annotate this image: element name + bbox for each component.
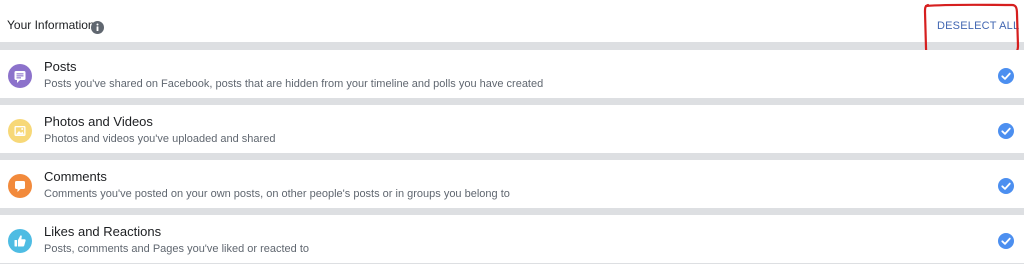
thumbs-up-icon [8, 229, 32, 253]
category-title: Photos and Videos [44, 114, 153, 129]
category-description: Comments you've posted on your own posts… [44, 188, 510, 200]
category-description: Posts you've shared on Facebook, posts t… [44, 78, 544, 90]
section-header: Your Information DESELECT ALL [0, 0, 1024, 42]
section-title: Your Information [7, 18, 95, 32]
check-circle-icon[interactable] [998, 178, 1014, 194]
category-title: Comments [44, 169, 107, 184]
category-title: Posts [44, 59, 77, 74]
comment-icon [8, 174, 32, 198]
check-circle-icon[interactable] [998, 123, 1014, 139]
check-circle-icon[interactable] [998, 68, 1014, 84]
category-row-photos-and-videos[interactable]: Photos and Videos Photos and videos you'… [0, 105, 1024, 153]
info-icon[interactable] [91, 21, 104, 34]
check-circle-icon[interactable] [998, 233, 1014, 249]
posts-icon [8, 64, 32, 88]
category-title: Likes and Reactions [44, 224, 162, 239]
category-row-likes-and-reactions[interactable]: Likes and Reactions Posts, comments and … [0, 215, 1024, 263]
deselect-all-button[interactable]: DESELECT ALL [937, 20, 1019, 32]
category-row-posts[interactable]: Posts Posts you've shared on Facebook, p… [0, 50, 1024, 98]
category-row-comments[interactable]: Comments Comments you've posted on your … [0, 160, 1024, 208]
photo-icon [8, 119, 32, 143]
category-description: Photos and videos you've uploaded and sh… [44, 133, 276, 145]
category-description: Posts, comments and Pages you've liked o… [44, 243, 310, 255]
